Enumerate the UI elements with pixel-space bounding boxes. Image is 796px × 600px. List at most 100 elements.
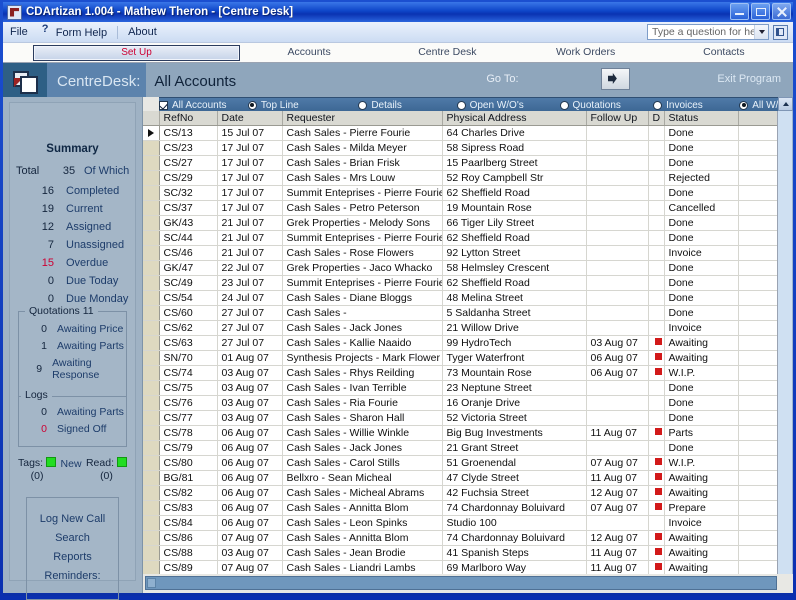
cell-invoice-flag[interactable] bbox=[738, 485, 777, 501]
cell-overdue-flag[interactable] bbox=[648, 320, 665, 336]
cell-requester[interactable]: Synthesis Projects - Mark Flower bbox=[282, 350, 443, 366]
cell-requester[interactable]: Cash Sales - Mrs Louw bbox=[282, 170, 443, 186]
cell-physical-address[interactable]: 16 Oranje Drive bbox=[442, 395, 587, 411]
cell-overdue-flag[interactable] bbox=[648, 245, 665, 261]
radio-icon[interactable] bbox=[456, 100, 466, 110]
column-header-date[interactable]: Date bbox=[217, 111, 283, 126]
maximize-button[interactable] bbox=[751, 3, 770, 20]
cell-invoice-flag[interactable] bbox=[738, 425, 777, 441]
minimize-button[interactable] bbox=[730, 3, 749, 20]
radio-icon[interactable] bbox=[653, 100, 663, 110]
cell-refno[interactable]: CS/80 bbox=[159, 455, 218, 471]
cell-requester[interactable]: Cash Sales - Annitta Blom bbox=[282, 500, 443, 516]
cell-follow-up[interactable] bbox=[586, 125, 649, 141]
cell-refno[interactable]: CS/83 bbox=[159, 500, 218, 516]
cell-date[interactable]: 03 Aug 07 bbox=[217, 395, 283, 411]
cell-overdue-flag[interactable] bbox=[648, 455, 665, 471]
cell-date[interactable]: 17 Jul 07 bbox=[217, 170, 283, 186]
cell-requester[interactable]: Bellxro - Sean Micheal bbox=[282, 470, 443, 486]
cell-overdue-flag[interactable] bbox=[648, 470, 665, 486]
cell-status[interactable]: Done bbox=[664, 440, 739, 456]
cell-invoice-flag[interactable] bbox=[738, 155, 777, 171]
new-label[interactable]: New bbox=[61, 457, 82, 471]
row-selector[interactable] bbox=[143, 125, 160, 141]
cell-follow-up[interactable] bbox=[586, 185, 649, 201]
row-selector[interactable] bbox=[143, 410, 160, 426]
tab-set-up[interactable]: Set Up bbox=[33, 44, 240, 61]
cell-physical-address[interactable]: 21 Grant Street bbox=[442, 440, 587, 456]
cell-invoice-flag[interactable] bbox=[738, 185, 777, 201]
cell-invoice-flag[interactable] bbox=[738, 380, 777, 396]
cell-invoice-flag[interactable] bbox=[738, 170, 777, 186]
cell-date[interactable]: 06 Aug 07 bbox=[217, 470, 283, 486]
cell-refno[interactable]: CS/13 bbox=[159, 125, 218, 141]
row-selector[interactable] bbox=[143, 155, 160, 171]
table-row[interactable]: CS/23 17 Jul 07 Cash Sales - Milda Meyer 58… bbox=[143, 140, 777, 156]
cell-invoice-flag[interactable] bbox=[738, 125, 777, 141]
cell-follow-up[interactable]: 06 Aug 07 bbox=[586, 350, 649, 366]
cell-invoice-flag[interactable] bbox=[738, 410, 777, 426]
cell-refno[interactable]: CS/77 bbox=[159, 410, 218, 426]
cell-overdue-flag[interactable] bbox=[648, 515, 665, 531]
table-row[interactable]: SC/49 23 Jul 07 Summit Enteprises - Pierre… bbox=[143, 275, 777, 291]
cell-overdue-flag[interactable] bbox=[648, 560, 665, 574]
cell-requester[interactable]: Cash Sales - Willie Winkle bbox=[282, 425, 443, 441]
cell-physical-address[interactable]: 42 Fuchsia Street bbox=[442, 485, 587, 501]
cell-status[interactable]: Parts bbox=[664, 425, 739, 441]
cell-physical-address[interactable]: Tyger Waterfront bbox=[442, 350, 587, 366]
cell-follow-up[interactable]: 07 Aug 07 bbox=[586, 500, 649, 516]
cell-follow-up[interactable] bbox=[586, 245, 649, 261]
cell-status[interactable]: Done bbox=[664, 155, 739, 171]
cell-overdue-flag[interactable] bbox=[648, 530, 665, 546]
cell-refno[interactable]: CS/63 bbox=[159, 335, 218, 351]
filter-all-accounts[interactable]: All Accounts bbox=[159, 100, 248, 111]
table-row[interactable]: CS/46 21 Jul 07 Cash Sales - Rose Flowers 9… bbox=[143, 245, 777, 261]
cell-requester[interactable]: Cash Sales - Diane Bloggs bbox=[282, 290, 443, 306]
cell-requester[interactable]: Cash Sales - Liandri Lambs bbox=[282, 560, 443, 574]
row-selector[interactable] bbox=[143, 215, 160, 231]
row-selector[interactable] bbox=[143, 320, 160, 336]
cell-physical-address[interactable]: 21 Willow Drive bbox=[442, 320, 587, 336]
cell-status[interactable]: Awaiting bbox=[664, 530, 739, 546]
goto-button[interactable] bbox=[601, 68, 631, 90]
cell-refno[interactable]: CS/82 bbox=[159, 485, 218, 501]
cell-follow-up[interactable] bbox=[586, 380, 649, 396]
cell-follow-up[interactable] bbox=[586, 515, 649, 531]
cell-refno[interactable]: SN/70 bbox=[159, 350, 218, 366]
table-row[interactable]: CS/86 07 Aug 07 Cash Sales - Annitta Blom 7… bbox=[143, 530, 777, 546]
cell-overdue-flag[interactable] bbox=[648, 260, 665, 276]
cell-invoice-flag[interactable] bbox=[738, 215, 777, 231]
row-selector[interactable] bbox=[143, 470, 160, 486]
cell-date[interactable]: 17 Jul 07 bbox=[217, 200, 283, 216]
cell-date[interactable]: 21 Jul 07 bbox=[217, 215, 283, 231]
row-selector[interactable] bbox=[143, 230, 160, 246]
accounts-grid[interactable]: RefNo Date Requester Physical Address Follow… bbox=[143, 111, 778, 574]
cell-refno[interactable]: SC/44 bbox=[159, 230, 218, 246]
cell-physical-address[interactable]: Studio 100 bbox=[442, 515, 587, 531]
cell-date[interactable]: 07 Aug 07 bbox=[217, 560, 283, 574]
cell-follow-up[interactable] bbox=[586, 170, 649, 186]
cell-overdue-flag[interactable] bbox=[648, 410, 665, 426]
table-row[interactable]: CS/80 06 Aug 07 Cash Sales - Carol Stills 5… bbox=[143, 455, 777, 471]
cell-overdue-flag[interactable] bbox=[648, 425, 665, 441]
log-stat-row[interactable]: 0 Awaiting Parts bbox=[19, 406, 126, 418]
cell-overdue-flag[interactable] bbox=[648, 380, 665, 396]
cell-invoice-flag[interactable] bbox=[738, 335, 777, 351]
cell-invoice-flag[interactable] bbox=[738, 305, 777, 321]
cell-status[interactable]: Invoice bbox=[664, 515, 739, 531]
checkbox-icon[interactable] bbox=[159, 100, 168, 110]
cell-status[interactable]: Rejected bbox=[664, 170, 739, 186]
cell-date[interactable]: 06 Aug 07 bbox=[217, 500, 283, 516]
cell-date[interactable]: 27 Jul 07 bbox=[217, 335, 283, 351]
cell-physical-address[interactable]: 58 Helmsley Crescent bbox=[442, 260, 587, 276]
table-row[interactable]: CS/27 17 Jul 07 Cash Sales - Brian Frisk 15… bbox=[143, 155, 777, 171]
row-selector[interactable] bbox=[143, 185, 160, 201]
cell-requester[interactable]: Summit Enteprises - Pierre Fourie bbox=[282, 230, 443, 246]
cell-follow-up[interactable]: 03 Aug 07 bbox=[586, 335, 649, 351]
horizontal-scrollbar[interactable] bbox=[145, 576, 777, 590]
cell-requester[interactable]: Cash Sales - bbox=[282, 305, 443, 321]
row-selector[interactable] bbox=[143, 380, 160, 396]
summary-stat-row[interactable]: 19 Current bbox=[10, 203, 135, 215]
cell-follow-up[interactable]: 11 Aug 07 bbox=[586, 470, 649, 486]
cell-follow-up[interactable] bbox=[586, 395, 649, 411]
